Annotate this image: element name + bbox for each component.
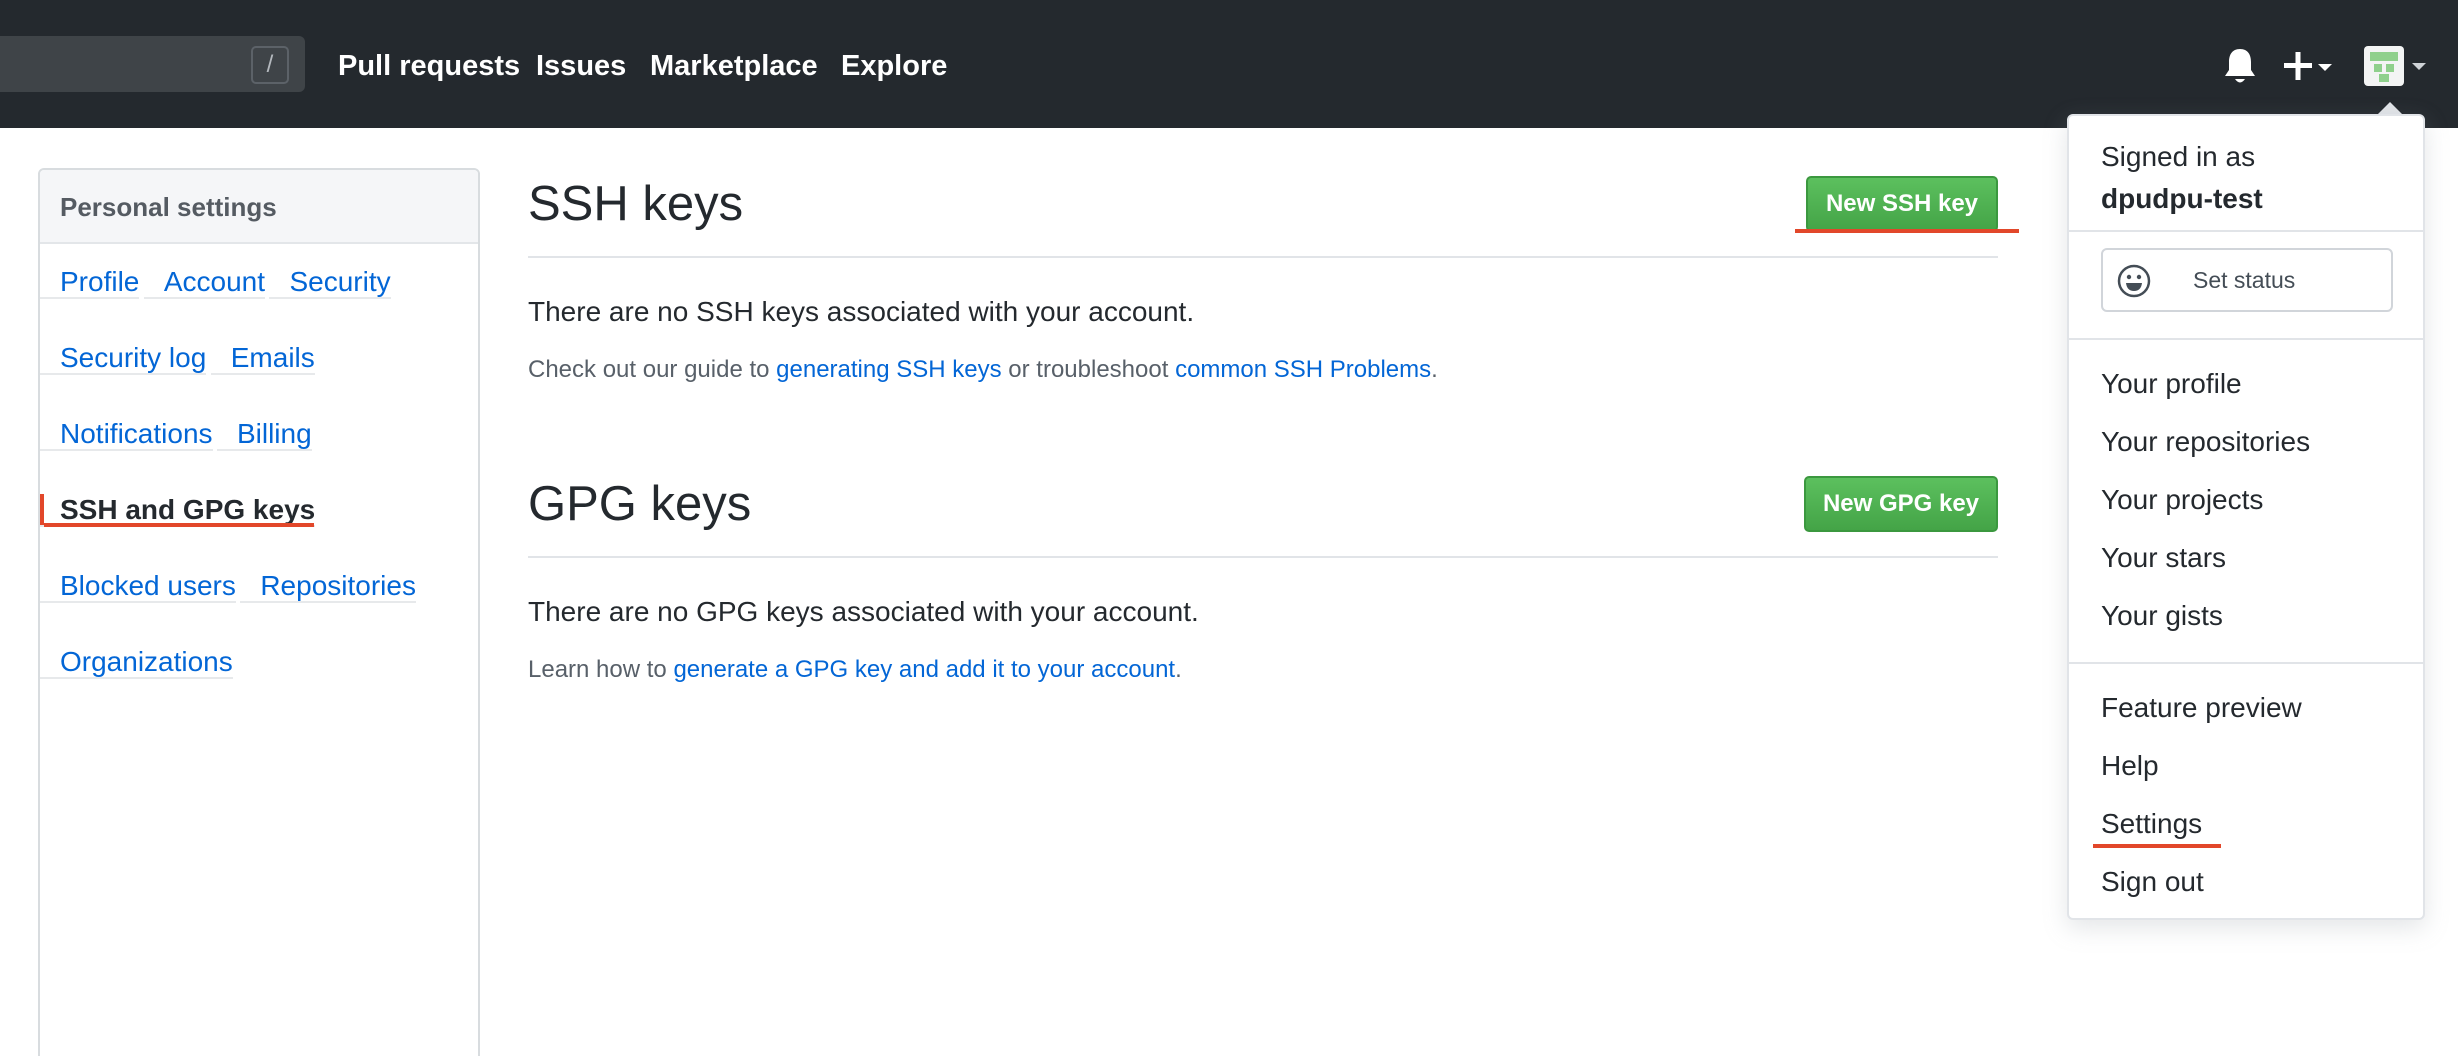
signed-in-info: Signed in as dpudpu-test — [2101, 136, 2263, 220]
search-shortcut-hint: / — [251, 46, 289, 84]
new-gpg-key-button[interactable]: New GPG key — [1804, 476, 1998, 532]
gpg-keys-title: GPG keys — [528, 477, 752, 531]
sidebar-item-ssh-gpg-keys[interactable]: SSH and GPG keys — [40, 494, 316, 527]
sidebar-item-billing[interactable]: Billing — [216, 418, 312, 451]
generate-gpg-key-link[interactable]: generate a GPG key and add it to your ac… — [673, 656, 1175, 683]
generating-ssh-keys-link[interactable]: generating SSH keys — [776, 356, 1001, 383]
nav-marketplace[interactable]: Marketplace — [650, 0, 818, 128]
bell-icon[interactable] — [2222, 46, 2258, 86]
common-ssh-problems-link[interactable]: common SSH Problems — [1175, 356, 1431, 383]
global-header: / Pull requests Issues Marketplace Explo… — [0, 0, 2458, 128]
gpg-help-note: Learn how to generate a GPG key and add … — [528, 656, 1182, 684]
username: dpudpu-test — [2101, 183, 2263, 214]
sidebar-item-repositories[interactable]: Repositories — [240, 570, 416, 603]
settings-sidebar: Personal settings Profile Account Securi… — [38, 168, 480, 1056]
divider — [2069, 662, 2423, 664]
nav-pull-requests[interactable]: Pull requests — [338, 0, 520, 128]
menu-item-your-profile[interactable]: Your profile — [2101, 364, 2242, 404]
menu-item-sign-out[interactable]: Sign out — [2101, 862, 2204, 902]
sidebar-item-blocked-users[interactable]: Blocked users — [40, 570, 236, 603]
menu-item-settings[interactable]: Settings — [2101, 804, 2202, 844]
new-ssh-key-button[interactable]: New SSH key — [1806, 176, 1998, 232]
ssh-keys-title: SSH keys — [528, 177, 744, 231]
divider — [528, 556, 1998, 558]
annotation-underline — [2093, 844, 2221, 848]
nav-explore[interactable]: Explore — [841, 0, 947, 128]
note-text: . — [1175, 656, 1182, 683]
sidebar-item-notifications[interactable]: Notifications — [40, 418, 213, 451]
sidebar-item-account[interactable]: Account — [143, 266, 265, 299]
avatar-icon[interactable] — [2362, 44, 2430, 88]
sidebar-item-label: SSH and GPG keys — [60, 494, 316, 525]
note-text: . — [1431, 356, 1438, 383]
sidebar-item-security[interactable]: Security — [269, 266, 391, 299]
menu-item-your-projects[interactable]: Your projects — [2101, 480, 2263, 520]
set-status-label: Set status — [2193, 267, 2296, 293]
menu-item-your-stars[interactable]: Your stars — [2101, 538, 2226, 578]
signed-in-label: Signed in as — [2101, 141, 2256, 172]
sidebar-item-profile[interactable]: Profile — [40, 266, 140, 299]
sidebar-item-security-log[interactable]: Security log — [40, 342, 207, 375]
annotation-underline — [44, 523, 314, 527]
note-text: Learn how to — [528, 656, 674, 683]
smiley-icon — [2117, 264, 2151, 298]
menu-item-feature-preview[interactable]: Feature preview — [2101, 688, 2302, 728]
annotation-underline — [1795, 229, 2019, 233]
note-text: or troubleshoot — [1001, 356, 1176, 383]
nav-issues[interactable]: Issues — [536, 0, 626, 128]
ssh-help-note: Check out our guide to generating SSH ke… — [528, 356, 1438, 384]
set-status-button[interactable]: Set status — [2101, 248, 2393, 312]
sidebar-heading: Personal settings — [40, 170, 478, 244]
menu-item-your-repositories[interactable]: Your repositories — [2101, 422, 2310, 462]
gpg-empty-message: There are no GPG keys associated with yo… — [528, 596, 1199, 627]
sidebar-item-emails[interactable]: Emails — [210, 342, 315, 375]
user-dropdown-menu: Signed in as dpudpu-test Set status Your… — [2067, 114, 2425, 920]
divider — [2069, 230, 2423, 232]
sidebar-item-organizations[interactable]: Organizations — [40, 646, 233, 679]
divider — [528, 256, 1998, 258]
divider — [2069, 338, 2423, 340]
ssh-empty-message: There are no SSH keys associated with yo… — [528, 296, 1195, 327]
menu-item-your-gists[interactable]: Your gists — [2101, 596, 2223, 636]
note-text: Check out our guide to — [528, 356, 777, 383]
menu-item-help[interactable]: Help — [2101, 746, 2159, 786]
plus-dropdown-icon[interactable] — [2282, 46, 2336, 86]
